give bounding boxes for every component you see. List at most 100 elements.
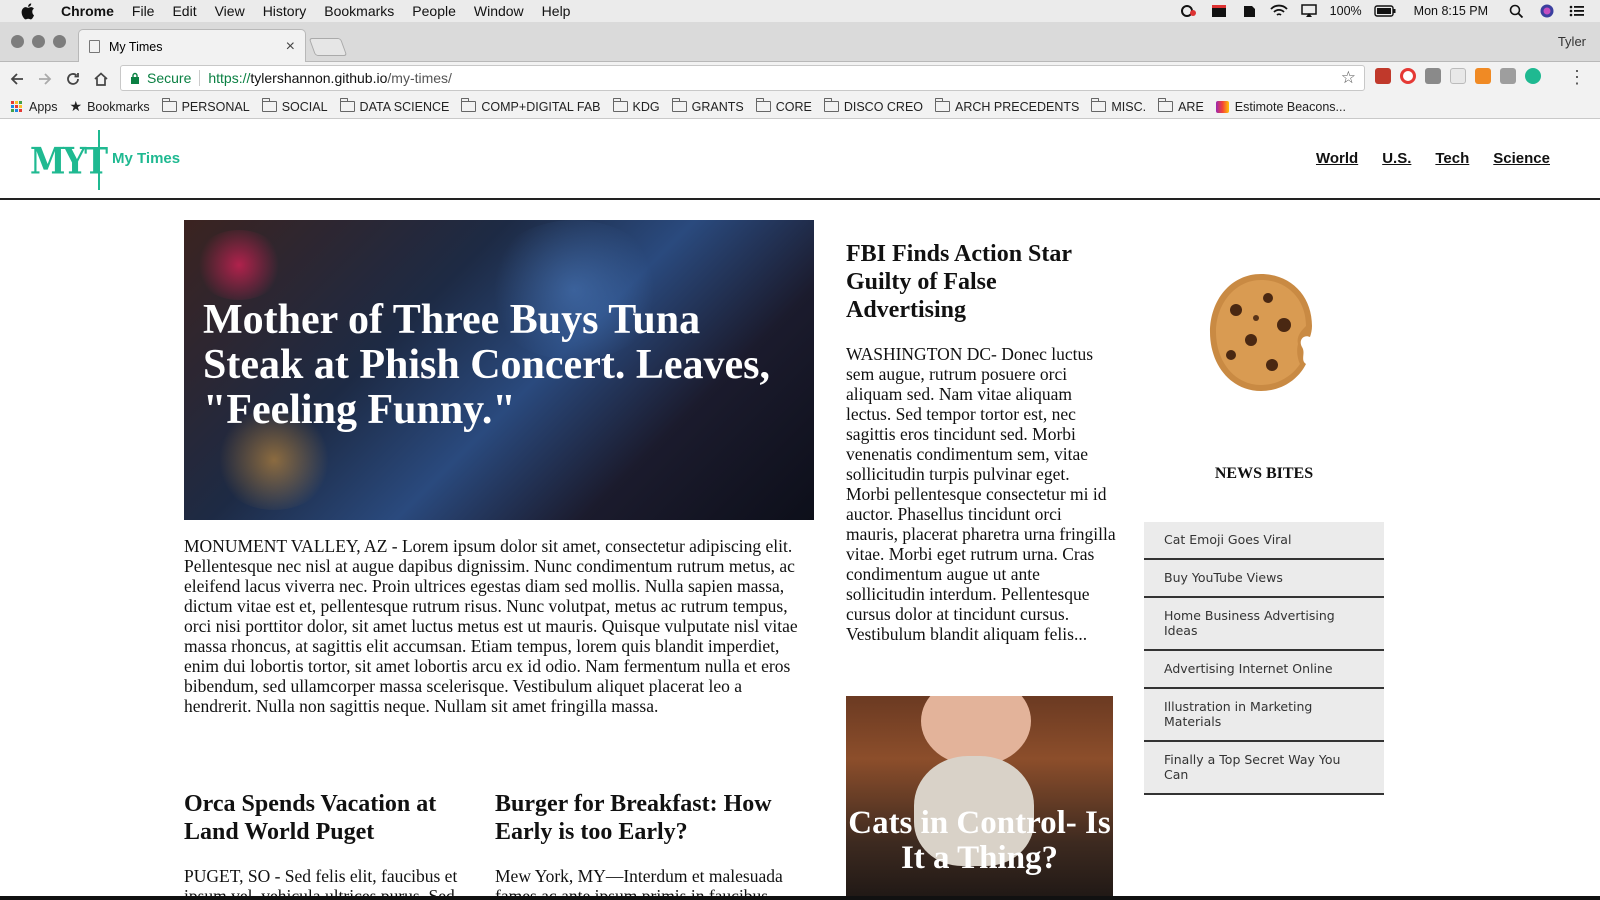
story-orca-headline[interactable]: Orca Spends Vacation at Land World Puget [184, 790, 474, 846]
lock-icon [131, 72, 139, 84]
menu-bookmarks[interactable]: Bookmarks [315, 3, 403, 19]
reload-button[interactable] [62, 68, 84, 90]
evernote-icon[interactable] [1240, 4, 1258, 18]
zoom-window-button[interactable] [53, 35, 66, 48]
new-tab-button[interactable] [308, 38, 348, 56]
creative-cloud-icon[interactable] [1180, 4, 1198, 18]
bookmark-folder[interactable]: SOCIAL [261, 98, 328, 114]
news-bite-item[interactable]: Cat Emoji Goes Viral [1144, 522, 1384, 560]
airplay-icon[interactable] [1300, 4, 1318, 18]
extension-red-icon[interactable] [1375, 68, 1391, 84]
lead-body: MONUMENT VALLEY, AZ - Lorem ipsum dolor … [184, 536, 798, 716]
lead-headline[interactable]: Mother of Three Buys Tuna Steak at Phish… [203, 298, 793, 433]
bookmark-folder-label: ARE [1178, 99, 1204, 114]
story-cats-headline[interactable]: Cats in Control- Is It a Thing? [846, 806, 1113, 876]
tab-my-times[interactable]: My Times × [78, 29, 306, 63]
bookmark-folder[interactable]: ARCH PRECEDENTS [935, 98, 1080, 114]
menu-window[interactable]: Window [465, 3, 533, 19]
close-tab-icon[interactable]: × [286, 38, 295, 56]
menu-edit[interactable]: Edit [163, 3, 205, 19]
bookmark-folder[interactable]: MISC. [1091, 98, 1146, 114]
back-button[interactable] [6, 68, 28, 90]
profile-button[interactable]: Tyler [1558, 34, 1586, 49]
bookmark-apps-label: Apps [29, 99, 58, 114]
extension-page-icon[interactable] [1450, 68, 1466, 84]
address-bar[interactable]: Secure https://tylershannon.github.io/my… [120, 65, 1365, 91]
reload-icon [67, 72, 79, 85]
news-bite-item[interactable]: Buy YouTube Views [1144, 560, 1384, 598]
extension-m-icon[interactable] [1525, 68, 1541, 84]
site-logo[interactable]: MYT [30, 139, 108, 183]
folder-icon [823, 98, 839, 112]
site-name[interactable]: My Times [112, 150, 180, 167]
bookmark-folder-label: PERSONAL [181, 99, 250, 114]
nav-tech[interactable]: Tech [1435, 150, 1469, 167]
story-burger-headline[interactable]: Burger for Breakfast: How Early is too E… [495, 790, 785, 846]
bookmark-bookmarks-label: Bookmarks [87, 99, 150, 114]
nav-world[interactable]: World [1316, 150, 1358, 167]
extension-orange-icon[interactable] [1475, 68, 1491, 84]
apple-icon[interactable] [20, 2, 38, 20]
lead-story-image[interactable]: Mother of Three Buys Tuna Steak at Phish… [184, 220, 814, 520]
spotlight-search-icon[interactable] [1508, 4, 1526, 18]
menu-people[interactable]: People [403, 3, 465, 19]
news-bites-title: NEWS BITES [1214, 465, 1314, 482]
story-cats-image[interactable]: Cats in Control- Is It a Thing? [846, 696, 1113, 900]
extension-gray-icon[interactable] [1425, 68, 1441, 84]
menu-app-chrome[interactable]: Chrome [52, 3, 123, 19]
minimize-window-button[interactable] [32, 35, 45, 48]
menu-file[interactable]: File [123, 3, 164, 19]
extension-ghost-icon[interactable] [1500, 68, 1516, 84]
news-bite-item[interactable]: Home Business Advertising Ideas [1144, 598, 1384, 651]
forward-button[interactable] [34, 68, 56, 90]
story-fbi: FBI Finds Action Star Guilty of False Ad… [846, 240, 1116, 644]
home-icon [94, 71, 108, 86]
menu-help[interactable]: Help [533, 3, 580, 19]
news-bites-list: Cat Emoji Goes Viral Buy YouTube Views H… [1144, 522, 1384, 795]
bookmark-folder[interactable]: KDG [612, 98, 660, 114]
clock[interactable]: Mon 8:15 PM [1414, 4, 1488, 18]
bookmark-folder-label: GRANTS [691, 99, 744, 114]
bookmark-folder[interactable]: DISCO CREO [823, 98, 923, 114]
opera-icon[interactable] [1400, 68, 1416, 84]
nav-science[interactable]: Science [1493, 150, 1550, 167]
story-fbi-headline[interactable]: FBI Finds Action Star Guilty of False Ad… [846, 240, 1116, 324]
os-menubar: Chrome File Edit View History Bookmarks … [0, 0, 1600, 22]
page-icon [89, 40, 100, 53]
site-header: MYT My Times World U.S. Tech Science [0, 120, 1600, 200]
clapper-icon[interactable] [1210, 4, 1228, 18]
story-orca: Orca Spends Vacation at Land World Puget… [184, 790, 474, 900]
close-window-button[interactable] [11, 35, 24, 48]
nav-us[interactable]: U.S. [1382, 150, 1411, 167]
news-bite-item[interactable]: Illustration in Marketing Materials [1144, 689, 1384, 742]
extensions-area [1375, 68, 1541, 84]
bookmark-apps[interactable]: Apps [11, 100, 58, 114]
bookmark-bookmarks[interactable]: ★ Bookmarks [70, 98, 150, 115]
bookmark-folder[interactable]: CORE [755, 98, 812, 114]
siri-icon[interactable] [1538, 4, 1556, 18]
bookmark-folder[interactable]: ARE [1158, 98, 1204, 114]
bookmark-estimote-beacons[interactable]: Estimote Beacons... [1215, 100, 1346, 114]
bookmark-folder[interactable]: GRANTS [671, 98, 744, 114]
battery-icon[interactable] [1373, 4, 1396, 18]
folder-icon [461, 98, 477, 112]
menu-history[interactable]: History [254, 3, 316, 19]
folder-icon [612, 98, 628, 112]
bookmark-folder-label: CORE [775, 99, 812, 114]
wifi-icon[interactable] [1270, 4, 1288, 18]
bookmarks-bar: Apps ★ Bookmarks PERSONAL SOCIAL DATA SC… [0, 95, 1600, 119]
bookmark-star-icon[interactable]: ☆ [1341, 68, 1356, 88]
site-nav: World U.S. Tech Science [1316, 150, 1550, 167]
folder-icon [161, 98, 177, 112]
menu-view[interactable]: View [206, 3, 254, 19]
home-button[interactable] [90, 68, 112, 90]
bookmark-folder[interactable]: COMP+DIGITAL FAB [461, 98, 601, 114]
bookmark-folder-label: SOCIAL [281, 99, 328, 114]
chrome-menu-icon[interactable]: ⋮ [1568, 68, 1586, 86]
bookmark-folder[interactable]: DATA SCIENCE [339, 98, 449, 114]
news-bite-item[interactable]: Advertising Internet Online [1144, 651, 1384, 689]
bookmark-folder-label: ARCH PRECEDENTS [955, 99, 1080, 114]
bookmark-folder[interactable]: PERSONAL [161, 98, 250, 114]
news-bite-item[interactable]: Finally a Top Secret Way You Can [1144, 742, 1384, 795]
notification-center-icon[interactable] [1568, 4, 1586, 18]
